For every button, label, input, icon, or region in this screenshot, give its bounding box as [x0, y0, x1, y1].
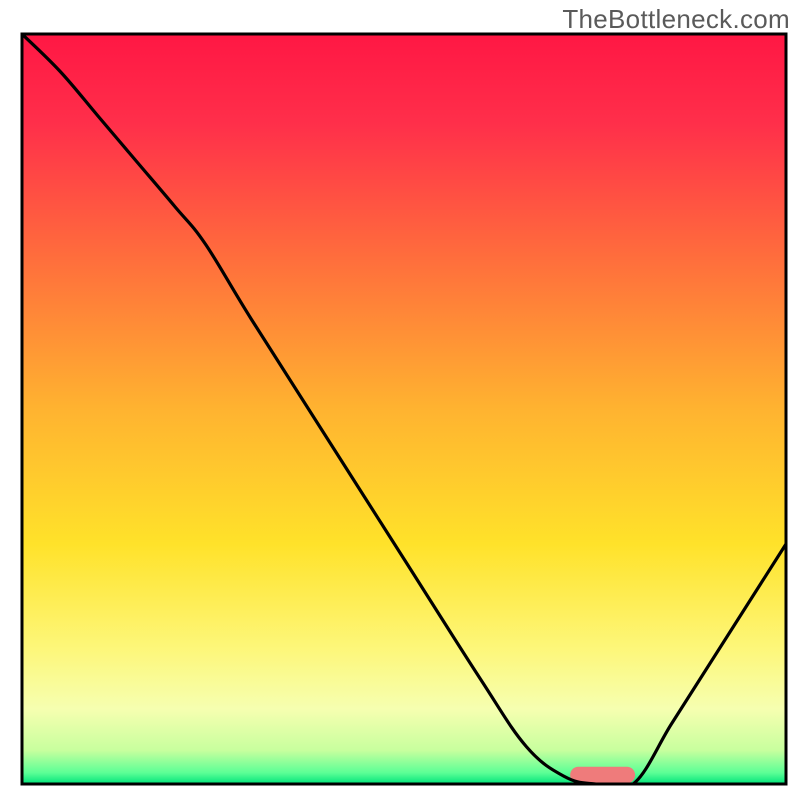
bottleneck-chart [0, 0, 800, 800]
watermark-text: TheBottleneck.com [562, 4, 790, 35]
chart-container: TheBottleneck.com [0, 0, 800, 800]
plot-background [22, 34, 786, 784]
